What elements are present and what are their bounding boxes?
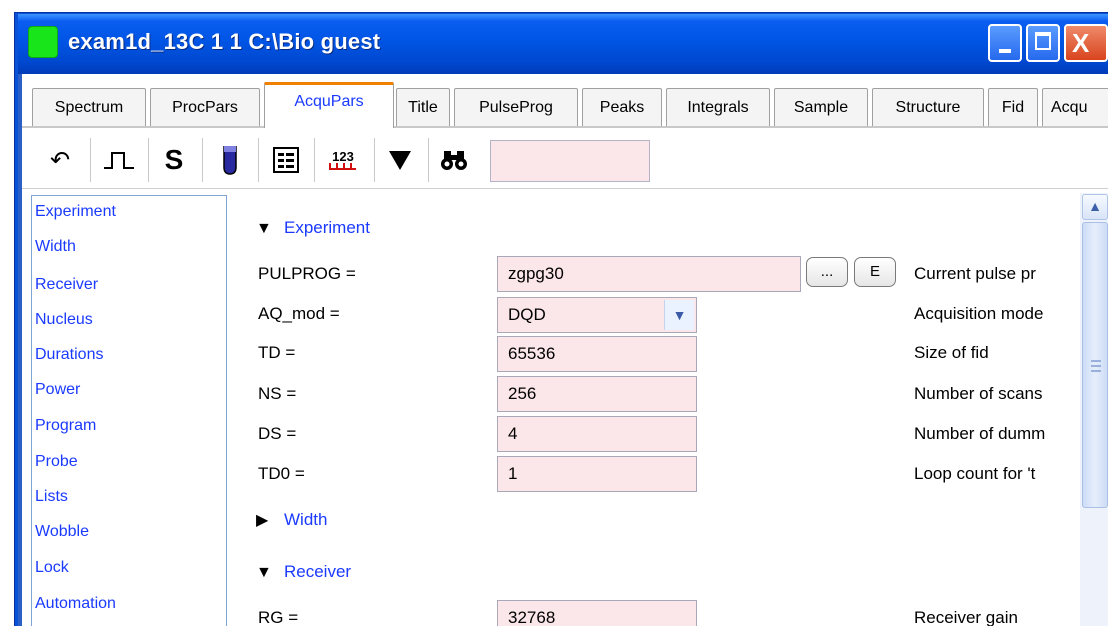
- ds-field[interactable]: 4: [497, 416, 697, 452]
- undo-icon[interactable]: ↶: [42, 144, 78, 176]
- pulprog-field[interactable]: zgpg30: [497, 256, 801, 292]
- rg-label: RG =: [258, 608, 299, 626]
- pulse-program-icon[interactable]: [96, 144, 142, 176]
- tab-sample[interactable]: Sample: [774, 88, 868, 126]
- td-label: TD =: [258, 343, 296, 362]
- maximize-icon: [1035, 32, 1051, 50]
- section-receiver-header[interactable]: ▼ Receiver: [256, 562, 351, 582]
- pulprog-label: PULPROG =: [258, 264, 356, 283]
- sidebar-item-probe[interactable]: Probe: [35, 453, 78, 471]
- close-button[interactable]: X: [1064, 24, 1108, 62]
- sidebar-item-width[interactable]: Width: [35, 238, 76, 256]
- expanded-triangle-icon: ▼: [256, 564, 272, 581]
- rg-field[interactable]: 32768: [497, 600, 697, 626]
- expanded-triangle-icon: ▼: [256, 220, 272, 237]
- grip-icon: [1091, 360, 1101, 372]
- section-width-header[interactable]: ▶ Width: [256, 510, 327, 530]
- sidebar-item-wobble[interactable]: Wobble: [35, 523, 89, 541]
- tab-procpars[interactable]: ProcPars: [150, 88, 260, 126]
- sidebar-item-receiver[interactable]: Receiver: [35, 276, 98, 294]
- ds-description: Number of dumm: [914, 424, 1046, 443]
- ns-field[interactable]: 256: [497, 376, 697, 412]
- tab-spectrum[interactable]: Spectrum: [32, 88, 146, 126]
- tab-acqupars[interactable]: AcquPars: [264, 82, 394, 128]
- ns-label: NS =: [258, 384, 297, 403]
- parameter-table-icon[interactable]: [266, 144, 306, 176]
- tab-title[interactable]: Title: [396, 88, 450, 126]
- sidebar-item-nucleus[interactable]: Nucleus: [35, 311, 93, 329]
- sidebar-item-experiment[interactable]: Experiment: [35, 203, 116, 221]
- maximize-button[interactable]: [1026, 24, 1060, 62]
- binoculars-icon[interactable]: [434, 144, 474, 176]
- numbers-icon-label: 123: [332, 148, 354, 164]
- sidebar-item-durations[interactable]: Durations: [35, 346, 103, 364]
- minimize-button[interactable]: [988, 24, 1022, 62]
- tab-pulseprog[interactable]: PulseProg: [454, 88, 578, 126]
- section-experiment-header[interactable]: ▼ Experiment: [256, 218, 370, 238]
- section-title: Receiver: [284, 562, 352, 581]
- sidebar-item-lists[interactable]: Lists: [35, 488, 68, 506]
- sidebar-item-automation[interactable]: Automation: [35, 595, 116, 613]
- pulprog-edit-button[interactable]: E: [854, 257, 896, 287]
- td0-field[interactable]: 1: [497, 456, 697, 492]
- s-icon[interactable]: S: [154, 144, 194, 176]
- filter-triangle-icon[interactable]: [380, 144, 420, 176]
- close-icon: X: [1072, 28, 1090, 58]
- toolbar-separator: [314, 138, 315, 182]
- pulprog-browse-button[interactable]: ...: [806, 257, 848, 287]
- toolbar-separator: [148, 138, 149, 182]
- td-field[interactable]: 65536: [497, 336, 697, 372]
- window-title: exam1d_13C 1 1 C:\Bio guest: [68, 29, 381, 54]
- toolbar-separator: [202, 138, 203, 182]
- section-title: Width: [284, 510, 328, 529]
- search-input[interactable]: [490, 140, 650, 182]
- toolbar-separator: [258, 138, 259, 182]
- sidebar-item-power[interactable]: Power: [35, 381, 80, 399]
- application-window: exam1d_13C 1 1 C:\Bio guest X Spectrum P…: [0, 0, 1108, 626]
- ds-label: DS =: [258, 424, 297, 443]
- tab-structure[interactable]: Structure: [872, 88, 984, 126]
- tab-fid[interactable]: Fid: [988, 88, 1038, 126]
- tab-peaks[interactable]: Peaks: [582, 88, 662, 126]
- tab-integrals[interactable]: Integrals: [666, 88, 770, 126]
- probe-tube-icon[interactable]: [210, 144, 250, 176]
- scroll-up-icon[interactable]: ▲: [1082, 194, 1108, 220]
- toolbar-separator: [374, 138, 375, 182]
- tab-acqu[interactable]: Acqu: [1042, 88, 1108, 126]
- sidebar-item-program[interactable]: Program: [35, 417, 96, 435]
- numbers-icon[interactable]: 123: [320, 144, 366, 176]
- chevron-down-icon[interactable]: ▼: [664, 300, 694, 330]
- status-indicator-icon: [28, 26, 58, 58]
- pulprog-description: Current pulse pr: [914, 264, 1036, 283]
- toolbar-separator: [90, 138, 91, 182]
- td-description: Size of fid: [914, 343, 989, 362]
- minimize-icon: [999, 49, 1011, 53]
- ns-description: Number of scans: [914, 384, 1043, 403]
- td0-label: TD0 =: [258, 464, 305, 483]
- rg-description: Receiver gain: [914, 608, 1018, 626]
- section-title: Experiment: [284, 218, 370, 237]
- aq-mod-label: AQ_mod =: [258, 304, 340, 323]
- sidebar-item-lock[interactable]: Lock: [35, 559, 69, 577]
- toolbar-separator: [428, 138, 429, 182]
- td0-description: Loop count for 't: [914, 464, 1036, 483]
- aq-mod-description: Acquisition mode: [914, 304, 1044, 323]
- collapsed-triangle-icon: ▶: [256, 512, 269, 529]
